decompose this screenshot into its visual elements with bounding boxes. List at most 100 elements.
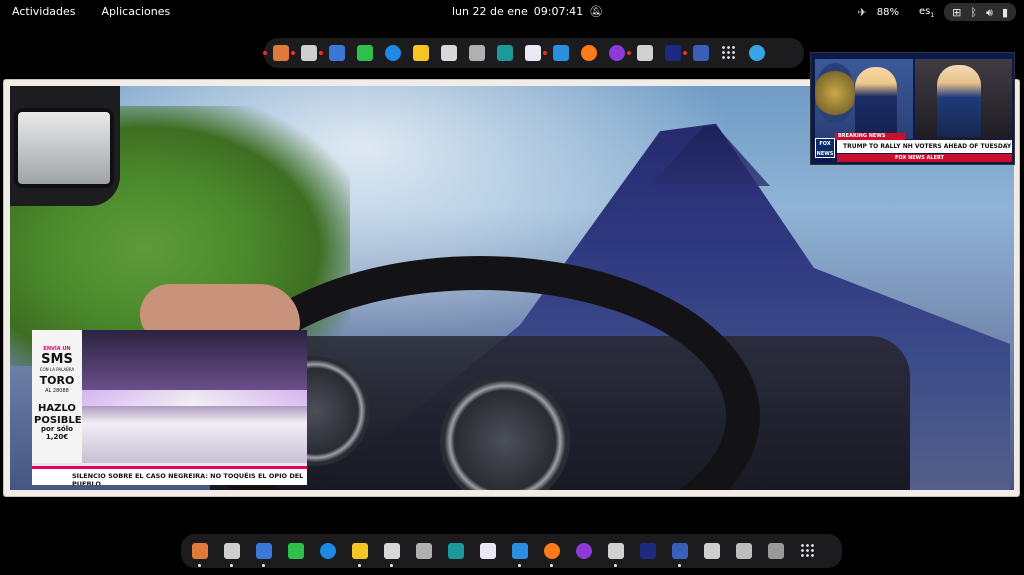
promo-number: AL 28088	[45, 388, 69, 394]
firefox-launcher[interactable]	[541, 540, 563, 567]
notes-launcher[interactable]	[410, 42, 432, 64]
app-grid-launcher[interactable]	[718, 42, 740, 64]
running-indicator	[390, 564, 393, 567]
running-indicator	[358, 564, 361, 567]
flag-launcher[interactable]	[669, 540, 691, 567]
top-bar: Actividades Aplicaciones lun 22 de ene 0…	[0, 0, 1024, 24]
edge-browser-icon	[320, 543, 336, 559]
briefcase-launcher[interactable]	[509, 540, 531, 567]
keyboard-launcher[interactable]	[438, 42, 460, 64]
printer-icon	[224, 543, 240, 559]
weather-bird-icon[interactable]: ✈︎	[858, 7, 867, 18]
display-settings-launcher[interactable]	[627, 42, 656, 64]
clock-button[interactable]: lun 22 de ene 09:07:41 🔕︎	[452, 5, 603, 18]
firefox-launcher[interactable]	[578, 42, 600, 64]
screenshot-icon	[256, 543, 272, 559]
video-rearview-mirror	[10, 86, 120, 206]
pip-tv-right-reporter	[937, 65, 981, 137]
running-indicator	[230, 564, 233, 567]
toolbox-icon	[273, 45, 289, 61]
pip-tv-right-seal	[815, 63, 855, 123]
briefcase-launcher[interactable]	[543, 42, 572, 64]
display-settings-icon	[637, 45, 653, 61]
notes-icon	[413, 45, 429, 61]
podcast-launcher[interactable]	[573, 540, 595, 562]
drive-launcher[interactable]	[701, 540, 723, 562]
drive-icon	[704, 543, 720, 559]
date-label: lun 22 de ene	[452, 5, 528, 18]
display-settings-launcher[interactable]	[605, 540, 627, 567]
edge-browser-icon	[385, 45, 401, 61]
inkscape-icon	[665, 45, 681, 61]
store-bag-icon	[480, 543, 496, 559]
breaking-news-label: BREAKING NEWS	[835, 133, 905, 140]
bluetooth-icon: ᛒ	[970, 5, 977, 19]
notes-icon	[352, 543, 368, 559]
screenshot-icon	[329, 45, 345, 61]
printer-launcher[interactable]	[221, 540, 243, 567]
flag-icon	[693, 45, 709, 61]
running-indicator	[614, 564, 617, 567]
running-indicator	[319, 51, 323, 55]
edge-browser-launcher[interactable]	[317, 540, 339, 562]
briefcase-icon	[512, 543, 528, 559]
flag-launcher[interactable]	[683, 42, 712, 64]
display-settings-icon	[608, 543, 624, 559]
pip-tv-right[interactable]: BREAKING NEWS FOX NEWS TRUMP TO RALLY NH…	[810, 52, 1015, 165]
edge-browser-launcher[interactable]	[382, 42, 404, 64]
notes-launcher[interactable]	[349, 540, 371, 567]
package-launcher[interactable]	[466, 42, 488, 64]
flag-icon	[672, 543, 688, 559]
applications-menu[interactable]: Aplicaciones	[102, 5, 171, 18]
package-icon	[416, 543, 432, 559]
network-wired-icon: ⊞	[952, 5, 962, 19]
drive-alt-launcher[interactable]	[733, 540, 755, 562]
screenshot-launcher[interactable]	[253, 540, 275, 567]
pip-tv-right-anchor	[855, 67, 897, 133]
package-icon	[469, 45, 485, 61]
screenshot-launcher[interactable]	[319, 42, 348, 64]
podcast-icon	[576, 543, 592, 559]
drive-alt-icon	[736, 543, 752, 559]
app-grid-launcher[interactable]	[797, 540, 819, 562]
running-indicator	[263, 51, 267, 55]
puzzle-launcher[interactable]	[285, 540, 307, 562]
activities-button[interactable]: Actividades	[12, 5, 76, 18]
pip-tv-right-headline: TRUMP TO RALLY NH VOTERS AHEAD OF TUESDA…	[837, 140, 1012, 163]
app-grid-icon	[800, 543, 816, 559]
keyboard-launcher[interactable]	[381, 540, 403, 567]
store-bag-launcher[interactable]	[477, 540, 499, 562]
trash-icon	[768, 543, 784, 559]
toolbox-launcher[interactable]	[189, 540, 211, 567]
firefox-icon	[581, 45, 597, 61]
printer-launcher[interactable]	[291, 42, 320, 64]
top-dock	[263, 38, 804, 68]
toolbox-launcher[interactable]	[263, 42, 292, 64]
more-launcher[interactable]	[746, 42, 768, 64]
podcast-icon	[609, 45, 625, 61]
trash-launcher[interactable]	[765, 540, 787, 562]
pip-tv-left-studio	[82, 330, 307, 463]
fox-news-alert: FOX NEWS ALERT	[837, 154, 1012, 162]
terminal-launcher[interactable]	[494, 42, 516, 64]
keyboard-layout-sub: 1	[930, 11, 935, 19]
desktop: Actividades Aplicaciones lun 22 de ene 0…	[0, 0, 1024, 575]
puzzle-launcher[interactable]	[354, 42, 376, 64]
pip-tv-left[interactable]: ENVÍA UN SMS CON LA PALABRA TORO AL 2808…	[32, 330, 307, 485]
store-bag-launcher[interactable]	[522, 42, 544, 64]
printer-icon	[301, 45, 317, 61]
terminal-icon	[448, 543, 464, 559]
terminal-launcher[interactable]	[445, 540, 467, 562]
puzzle-icon	[288, 543, 304, 559]
system-menu[interactable]: ⊞ ᛒ 🔊︎ ▮	[944, 3, 1016, 21]
package-launcher[interactable]	[413, 540, 435, 562]
terminal-icon	[497, 45, 513, 61]
promo-line3: CON LA PALABRA	[39, 367, 75, 372]
inkscape-launcher[interactable]	[662, 42, 684, 64]
running-indicator	[291, 51, 295, 55]
podcast-launcher[interactable]	[606, 42, 628, 64]
inkscape-launcher[interactable]	[637, 540, 659, 562]
promo-hazlo: HAZLO	[38, 403, 76, 414]
keyboard-layout-indicator[interactable]: es1	[919, 6, 934, 19]
running-indicator	[198, 564, 201, 567]
